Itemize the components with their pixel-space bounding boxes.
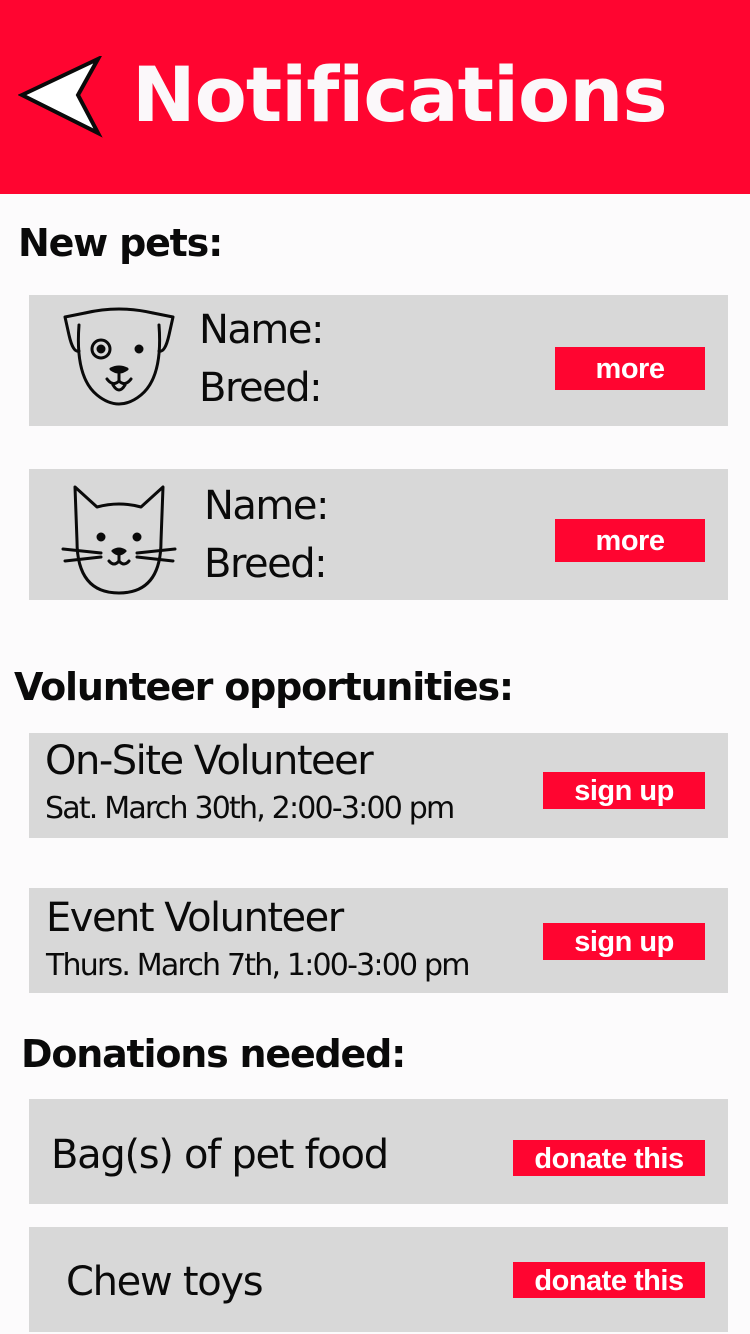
sign-up-button[interactable]: sign up [543,923,705,960]
donation-item-label: Bag(s) of pet food [51,1132,389,1178]
donate-button[interactable]: donate this [513,1262,705,1298]
volunteer-date: Sat. March 30th, 2:00-3:00 pm [45,791,455,826]
donation-card: Chew toys donate this [29,1227,728,1332]
more-button[interactable]: more [555,519,705,562]
pet-breed-label: Breed: [204,541,328,587]
pet-card: Name: Breed: more [29,469,728,600]
volunteer-title: Event Volunteer [46,895,344,941]
more-button[interactable]: more [555,347,705,390]
donations-heading: Donations needed: [21,1032,406,1076]
sign-up-button[interactable]: sign up [543,772,705,809]
donation-item-label: Chew toys [66,1259,264,1305]
donation-card: Bag(s) of pet food donate this [29,1099,728,1204]
back-button[interactable] [18,56,106,138]
header-bar: Notifications [0,0,750,194]
cat-icon [61,485,177,595]
pet-name-label: Name: [204,483,329,529]
pet-card: Name: Breed: more [29,295,728,426]
volunteer-card: On-Site Volunteer Sat. March 30th, 2:00-… [29,733,728,838]
volunteer-date: Thurs. March 7th, 1:00-3:00 pm [46,948,470,983]
dog-icon [63,307,175,406]
pet-name-label: Name: [199,307,324,353]
pet-breed-label: Breed: [199,365,323,411]
back-arrow-icon [18,56,103,138]
volunteer-card: Event Volunteer Thurs. March 7th, 1:00-3… [29,888,728,993]
page-title: Notifications [132,50,668,139]
volunteer-heading: Volunteer opportunities: [14,665,514,709]
new-pets-heading: New pets: [18,221,223,265]
donate-button[interactable]: donate this [513,1140,705,1176]
volunteer-title: On-Site Volunteer [45,738,374,784]
